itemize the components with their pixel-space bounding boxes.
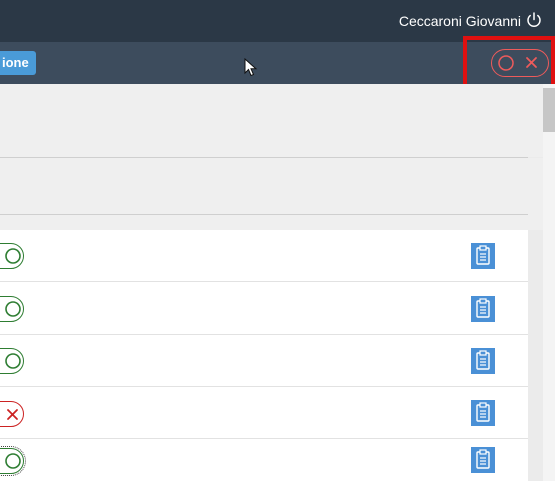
circle-icon (5, 248, 21, 264)
record-list (0, 230, 528, 481)
close-icon (7, 409, 18, 420)
list-item (0, 387, 528, 439)
details-button[interactable] (471, 447, 495, 473)
power-icon[interactable] (525, 11, 543, 29)
status-toggle-ok[interactable] (0, 446, 26, 476)
clipboard-icon (476, 298, 490, 318)
scroll-thumb[interactable] (543, 88, 555, 132)
clipboard-icon (476, 402, 490, 422)
details-button[interactable] (471, 296, 495, 322)
circle-icon (5, 453, 21, 469)
list-item (0, 283, 528, 335)
action-button[interactable]: ione (0, 51, 36, 75)
circle-icon (5, 301, 21, 317)
list-item (0, 335, 528, 387)
list-item (0, 230, 528, 282)
details-button[interactable] (471, 400, 495, 426)
spacer (0, 215, 543, 230)
close-icon (526, 57, 537, 68)
status-toggle[interactable] (491, 49, 549, 77)
circle-icon (5, 353, 21, 369)
details-button[interactable] (471, 348, 495, 374)
mouse-cursor-icon (244, 58, 258, 77)
filter-panel (0, 84, 543, 157)
list-item (0, 439, 528, 481)
details-button[interactable] (471, 243, 495, 269)
clipboard-icon (476, 245, 490, 265)
status-toggle-ok[interactable] (0, 243, 24, 269)
circle-icon (498, 55, 514, 71)
clipboard-icon (476, 449, 490, 469)
status-toggle-ok[interactable] (0, 348, 24, 374)
header-row (0, 158, 543, 215)
clipboard-icon (476, 350, 490, 370)
scrollbar[interactable] (543, 84, 555, 481)
user-name[interactable]: Ceccaroni Giovanni (399, 12, 521, 30)
status-toggle-ok[interactable] (0, 296, 24, 322)
status-toggle-ko[interactable] (0, 401, 24, 427)
